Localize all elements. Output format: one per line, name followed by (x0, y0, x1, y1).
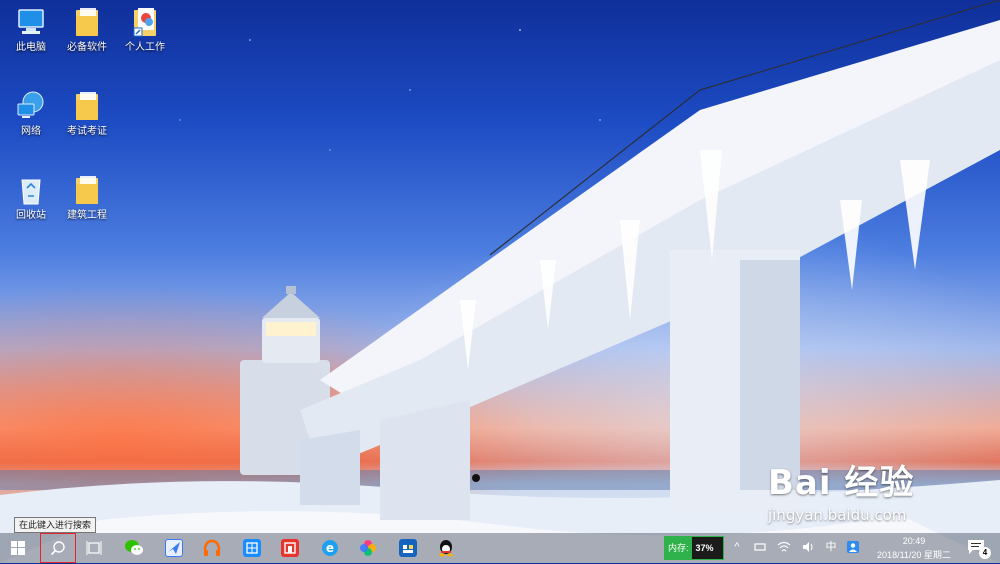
desktop-icon-construction-engineering[interactable]: 建筑工程 (56, 174, 118, 222)
device-icon[interactable] (753, 540, 767, 554)
watermark-logo-text: Bai 经验 (768, 463, 915, 503)
clock-time: 20:49 (902, 536, 926, 546)
notification-count-badge: 4 (979, 547, 991, 559)
wifi-icon[interactable] (777, 540, 791, 554)
photos-app[interactable] (350, 533, 386, 563)
store-app[interactable] (390, 533, 426, 563)
desktop-icon-label: 回收站 (16, 210, 46, 221)
wechat-app[interactable] (116, 533, 152, 563)
desktop-icon-label: 必备软件 (67, 42, 107, 53)
input-method-indicator[interactable]: 中 (824, 540, 838, 554)
bird-app-icon (165, 539, 183, 557)
desktop-icon-label: 考试考证 (67, 126, 107, 137)
windows-logo-icon (11, 541, 25, 555)
show-hidden-icons-chevron-icon[interactable]: ^ (730, 540, 744, 554)
desktop-icon-personal-work[interactable]: 个人工作 (114, 6, 176, 54)
desktop-icon-label: 个人工作 (125, 42, 165, 53)
desktop-icon-label: 建筑工程 (67, 210, 107, 221)
task-view-button[interactable] (76, 533, 112, 563)
cube-icon (243, 539, 261, 557)
folder-icon (76, 176, 98, 204)
music-app[interactable] (194, 533, 230, 563)
task-view-icon (86, 541, 102, 555)
feishu-app[interactable] (156, 533, 192, 563)
headphones-icon (203, 539, 221, 556)
ie-browser-icon: e (322, 540, 338, 556)
desktop-icon-network[interactable]: 网络 (0, 90, 62, 138)
folder-icon (76, 92, 98, 120)
baidu-jingyan-watermark: Bai 经验 jingyan.baidu.com (768, 455, 988, 545)
frozen-pier-illustration (300, 0, 1000, 520)
memory-label: 内存: (665, 537, 692, 559)
qq-app[interactable] (428, 533, 464, 563)
recycle-bin-icon (21, 179, 41, 205)
search-button[interactable] (40, 533, 76, 563)
search-icon (50, 541, 65, 556)
user-account-icon[interactable] (846, 540, 860, 554)
desktop-icon-exam-certificates[interactable]: 考试考证 (56, 90, 118, 138)
search-tooltip: 在此键入进行搜索 (14, 517, 97, 533)
desktop-icon-label: 网络 (21, 126, 41, 137)
network-icon (17, 91, 44, 118)
computer-icon (18, 9, 44, 34)
volume-icon[interactable] (801, 540, 815, 554)
desktop-icon-recycle-bin[interactable]: 回收站 (0, 174, 62, 222)
system-clock[interactable]: 20:49 2018/11/20 星期二 (868, 533, 960, 564)
desktop-icon-label: 此电脑 (16, 42, 46, 53)
qq-penguin-icon (439, 540, 453, 557)
memory-usage-widget[interactable]: 内存: 37% (664, 536, 724, 560)
folder-shortcut-icon (133, 8, 156, 37)
svg-text:e: e (326, 541, 334, 555)
browser-app[interactable]: e (312, 533, 348, 563)
color-wheel-icon (360, 540, 376, 556)
reader-app[interactable] (272, 533, 308, 563)
watermark-url: jingyan.baidu.com (768, 506, 907, 524)
clock-date: 2018/11/20 星期二 (877, 550, 951, 560)
desktop-icon-this-pc[interactable]: 此电脑 (0, 6, 62, 54)
store-icon (399, 539, 417, 557)
box-app[interactable] (234, 533, 270, 563)
start-button[interactable] (0, 533, 36, 563)
folder-icon (76, 8, 98, 36)
action-center-button[interactable]: 4 (964, 536, 994, 560)
reader-icon (281, 539, 299, 557)
desktop-icon-essential-software[interactable]: 必备软件 (56, 6, 118, 54)
memory-value: 37% (695, 543, 714, 553)
wechat-icon (125, 540, 143, 555)
